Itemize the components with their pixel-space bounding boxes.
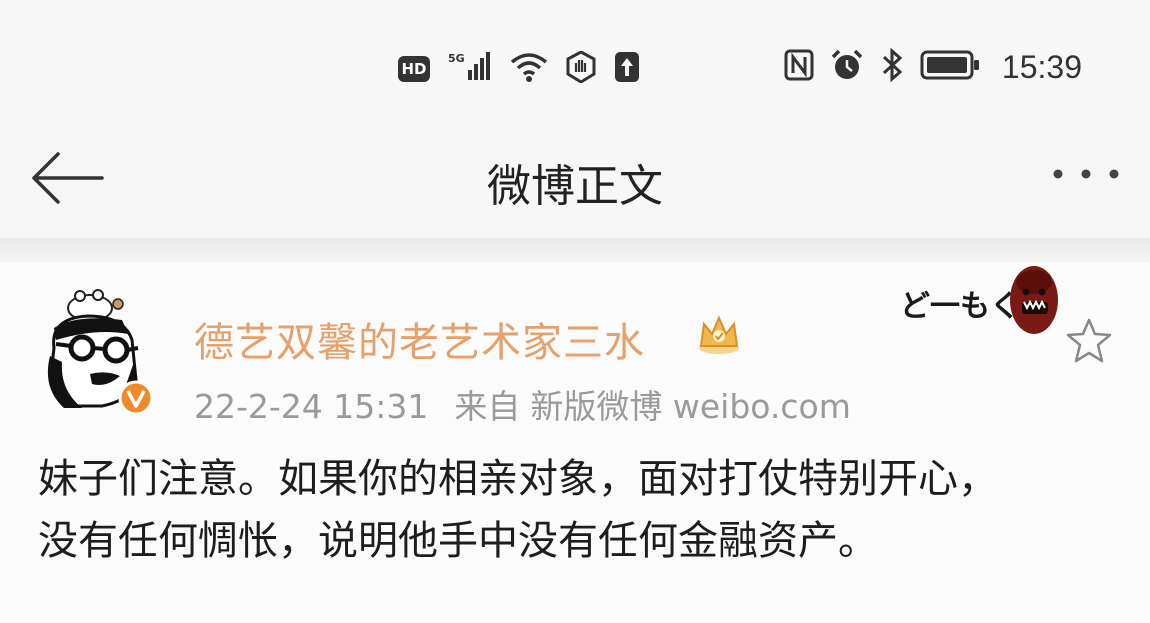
source-prefix: 来自: [454, 387, 521, 426]
more-dots-icon: [1053, 169, 1119, 179]
weibo-post: 德艺双馨的老艺术家三水 22-2-24 15:31 来自 新版微博 weibo.co…: [0, 262, 1150, 623]
nfc-icon: [784, 49, 814, 85]
star-outline-icon: [1066, 318, 1112, 363]
bluetooth-icon: [880, 47, 904, 86]
section-divider: [0, 238, 1150, 264]
status-bar: HD 5G 15:39: [0, 0, 1150, 120]
status-time: 15:39: [1001, 48, 1082, 85]
alarm-icon: [830, 49, 864, 85]
hd-icon: HD: [398, 56, 430, 82]
post-source[interactable]: 新版微博 weibo.com: [530, 387, 850, 426]
page-title: 微博正文: [487, 161, 663, 212]
wifi-icon: [510, 51, 548, 87]
svg-text:ど一もく: ど一もく: [900, 289, 1020, 324]
post-content: 妹子们注意。如果你的相亲对象，面对打仗特别开心， 没有任何惆怅，说明他手中没有任…: [38, 448, 1128, 572]
status-right-group: 15:39: [784, 47, 1082, 86]
username[interactable]: 德艺双馨的老艺术家三水: [194, 310, 645, 368]
hand-stop-icon: [566, 50, 596, 87]
status-left-group: HD 5G: [398, 50, 640, 88]
post-content-line: 妹子们注意。如果你的相亲对象，面对打仗特别开心，: [38, 456, 998, 502]
battery-icon: [920, 50, 980, 84]
crown-icon: [696, 312, 742, 356]
verified-v-icon: [118, 380, 154, 416]
more-button[interactable]: [1050, 162, 1122, 186]
arrow-left-icon: [32, 152, 104, 204]
post-timestamp: 22-2-24 15:31: [194, 387, 429, 426]
upload-icon: [614, 51, 640, 87]
signal-5g-icon: 5G: [448, 50, 492, 88]
post-content-line: 没有任何惆怅，说明他手中没有任何金融资产。: [38, 518, 878, 564]
post-meta: 22-2-24 15:31 来自 新版微博 weibo.com: [194, 380, 877, 428]
favorite-button[interactable]: [1064, 316, 1114, 366]
domo-sticker: ど一もく: [898, 262, 1058, 350]
back-button[interactable]: [28, 150, 108, 206]
nav-bar: 微博正文: [0, 120, 1150, 238]
svg-text:5G: 5G: [448, 52, 465, 65]
